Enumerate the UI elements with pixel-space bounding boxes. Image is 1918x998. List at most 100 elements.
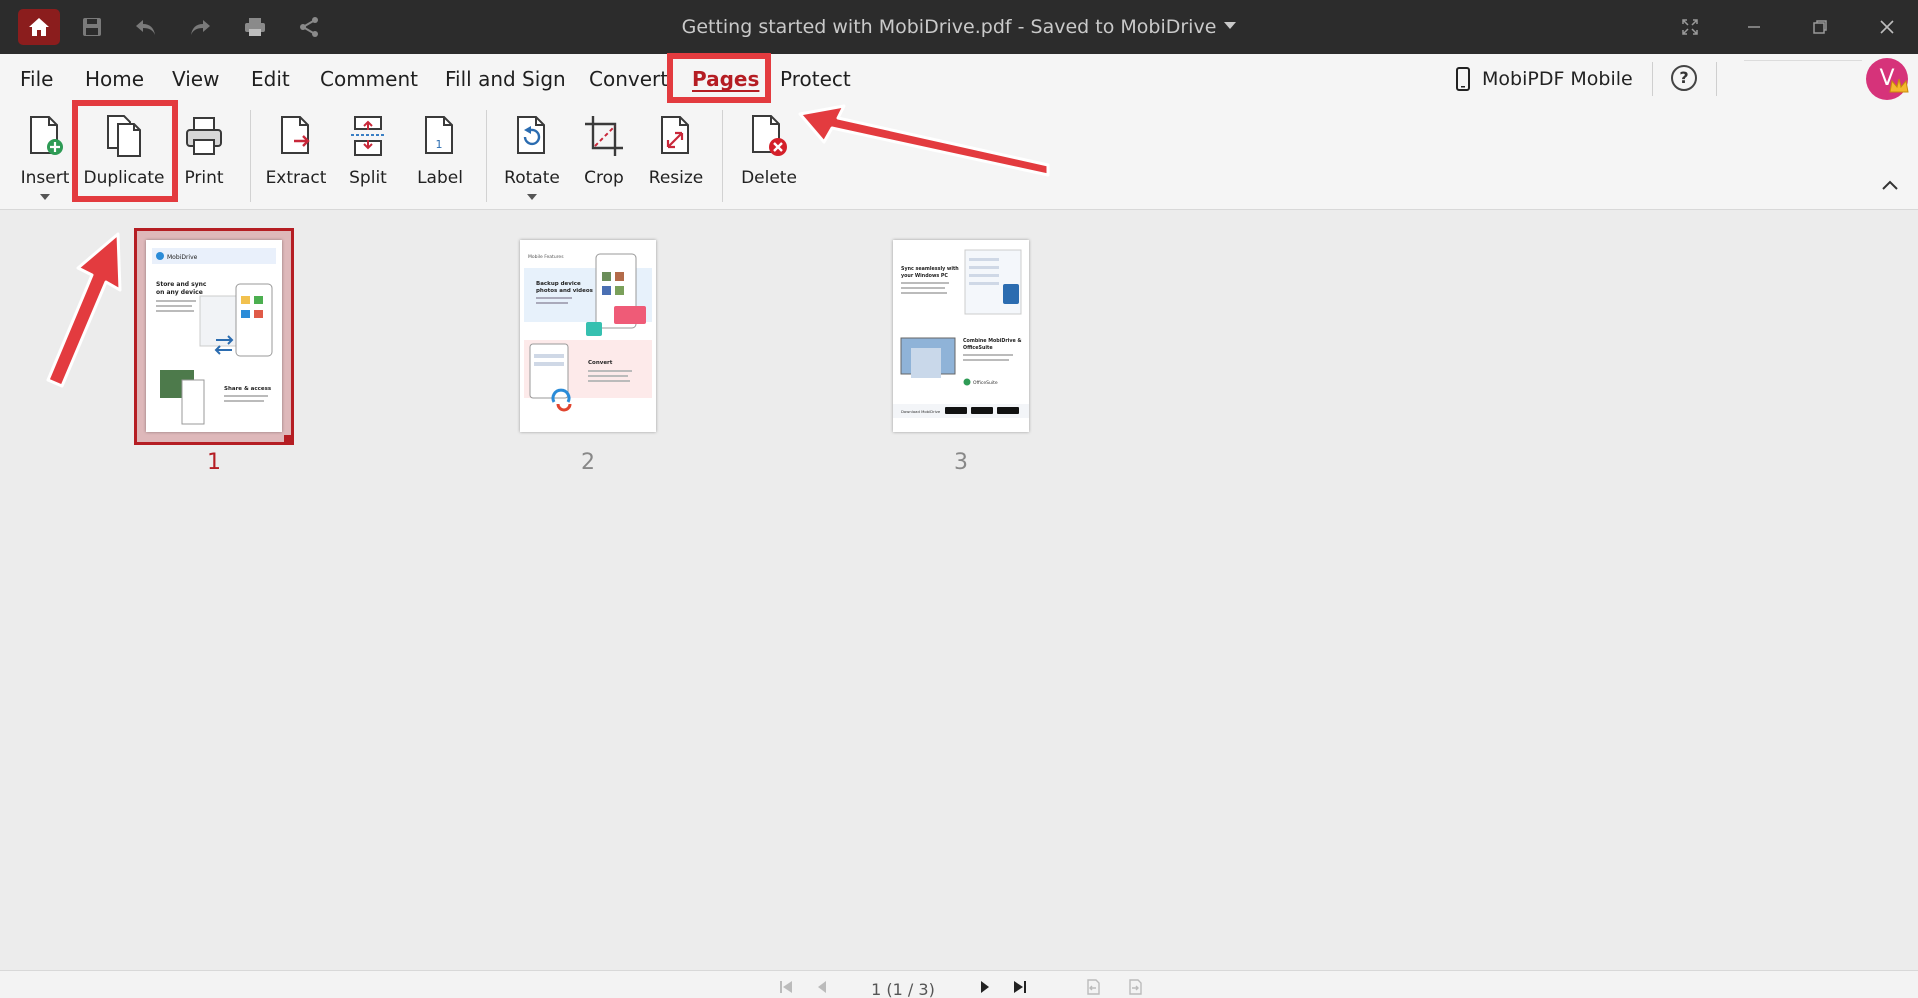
menu-comment[interactable]: Comment [320, 64, 418, 94]
page-1-heading: Share & access [224, 386, 272, 392]
account-area [1744, 60, 1862, 102]
ribbon-divider [486, 110, 487, 202]
insert-button[interactable]: Insert [20, 110, 70, 206]
page-3-heading: OfficeSuite [963, 345, 993, 351]
menu-view[interactable]: View [172, 64, 219, 94]
previous-page-icon [818, 981, 826, 993]
rotate-label: Rotate [504, 168, 560, 188]
page-number-2: 2 [581, 450, 595, 475]
split-label: Split [349, 168, 387, 188]
redo-button[interactable] [186, 13, 214, 41]
next-page-icon [981, 981, 989, 993]
chevron-down-icon [1224, 22, 1237, 29]
last-page-icon [1014, 981, 1026, 993]
menu-protect[interactable]: Protect [780, 64, 851, 94]
delete-label: Delete [741, 168, 797, 188]
restore-button[interactable] [1804, 12, 1836, 42]
extract-button[interactable]: Extract [265, 110, 327, 206]
menu-home[interactable]: Home [85, 64, 144, 94]
undo-icon [136, 20, 155, 35]
page-indicator[interactable]: 1 (1 / 3) [850, 980, 956, 998]
crop-icon [585, 116, 623, 156]
menu-convert[interactable]: Convert [589, 64, 668, 94]
menu-fill-and-sign[interactable]: Fill and Sign [445, 64, 566, 94]
page-2-preview: Mobile Features Backup device photos and… [520, 240, 656, 432]
mobipdf-mobile-button[interactable]: MobiPDF Mobile [1456, 64, 1633, 94]
next-page-button[interactable] [976, 978, 994, 996]
print-button[interactable] [241, 13, 269, 41]
extract-label: Extract [265, 168, 327, 188]
go-back-button[interactable] [1084, 978, 1102, 996]
close-button[interactable] [1871, 12, 1903, 42]
page-1-heading: Store and sync [156, 281, 207, 288]
collapse-ribbon-icon[interactable] [1880, 178, 1900, 192]
first-page-button[interactable] [777, 978, 795, 996]
crop-button[interactable]: Crop [582, 110, 626, 206]
page-thumbnail-2[interactable]: Mobile Features Backup device photos and… [520, 240, 656, 432]
ribbon-divider [250, 110, 251, 202]
menu-file[interactable]: File [20, 64, 53, 94]
undo-button[interactable] [132, 13, 160, 41]
page-thumbnail-1[interactable]: MobiDrive Store and sync on any device S… [146, 240, 282, 432]
page-3-footer: Download MobiDrive [901, 409, 941, 414]
delete-page-icon [752, 115, 787, 156]
home-button[interactable] [18, 9, 60, 45]
print-icon [245, 18, 265, 36]
page-3-heading: Combine MobiDrive & [963, 338, 1022, 344]
help-icon[interactable]: ? [1671, 65, 1697, 91]
share-icon [300, 17, 318, 37]
rotate-button[interactable]: Rotate [504, 110, 560, 206]
split-button[interactable]: Split [346, 110, 390, 206]
restore-icon [1813, 20, 1827, 34]
chevron-down-icon[interactable] [527, 194, 537, 200]
resize-label: Resize [648, 168, 704, 188]
insert-page-icon [30, 116, 63, 155]
page-3-heading: your Windows PC [901, 273, 948, 279]
go-forward-button[interactable] [1126, 978, 1144, 996]
split-page-icon [351, 116, 385, 156]
save-button[interactable] [78, 13, 106, 41]
previous-page-button[interactable] [813, 978, 831, 996]
divider [1716, 62, 1717, 96]
chevron-down-icon[interactable] [40, 194, 50, 200]
label-page-icon: 1 [425, 116, 453, 154]
fullscreen-button[interactable] [1674, 12, 1706, 42]
last-page-button[interactable] [1011, 978, 1029, 996]
page-number-3: 3 [954, 450, 968, 475]
delete-button[interactable]: Delete [741, 110, 797, 206]
mobipdf-mobile-label: MobiPDF Mobile [1482, 68, 1633, 90]
ribbon-divider [722, 110, 723, 202]
print-pages-button[interactable]: Print [180, 110, 228, 206]
page-1-heading: on any device [156, 289, 203, 296]
pages-tab-highlight-box [667, 53, 771, 103]
menu-edit[interactable]: Edit [251, 64, 290, 94]
document-title[interactable]: Getting started with MobiDrive.pdf - Sav… [0, 0, 1918, 54]
rotate-page-icon [517, 116, 545, 154]
page-number-1: 1 [207, 450, 221, 475]
page-1-brand: MobiDrive [167, 254, 198, 261]
minimize-icon [1748, 26, 1760, 28]
share-button[interactable] [295, 13, 323, 41]
label-button[interactable]: 1 Label [417, 110, 463, 206]
redo-icon [191, 20, 210, 35]
phone-icon [1456, 67, 1470, 91]
page-2-heading: Backup device [536, 281, 581, 287]
page-1-preview: MobiDrive Store and sync on any device S… [146, 240, 282, 432]
page-thumbnail-3[interactable]: Sync seamlessly with your Windows PC Com… [893, 240, 1029, 432]
extract-page-icon [281, 116, 310, 154]
forward-view-icon [1129, 979, 1142, 995]
page-3-preview: Sync seamlessly with your Windows PC Com… [893, 240, 1029, 432]
crop-label: Crop [584, 168, 624, 188]
duplicate-highlight-box [72, 100, 178, 202]
page-2-label: Mobile Features [528, 254, 564, 260]
page-3-heading: Sync seamlessly with [901, 266, 959, 272]
resize-button[interactable]: Resize [648, 110, 704, 206]
svg-text:1: 1 [436, 138, 443, 151]
save-icon [83, 18, 101, 36]
title-bar: Getting started with MobiDrive.pdf - Sav… [0, 0, 1918, 54]
print-label: Print [184, 168, 224, 188]
minimize-button[interactable] [1738, 12, 1770, 42]
selection-handle[interactable] [284, 435, 294, 445]
fullscreen-icon [1682, 19, 1698, 35]
back-view-icon [1087, 979, 1100, 995]
